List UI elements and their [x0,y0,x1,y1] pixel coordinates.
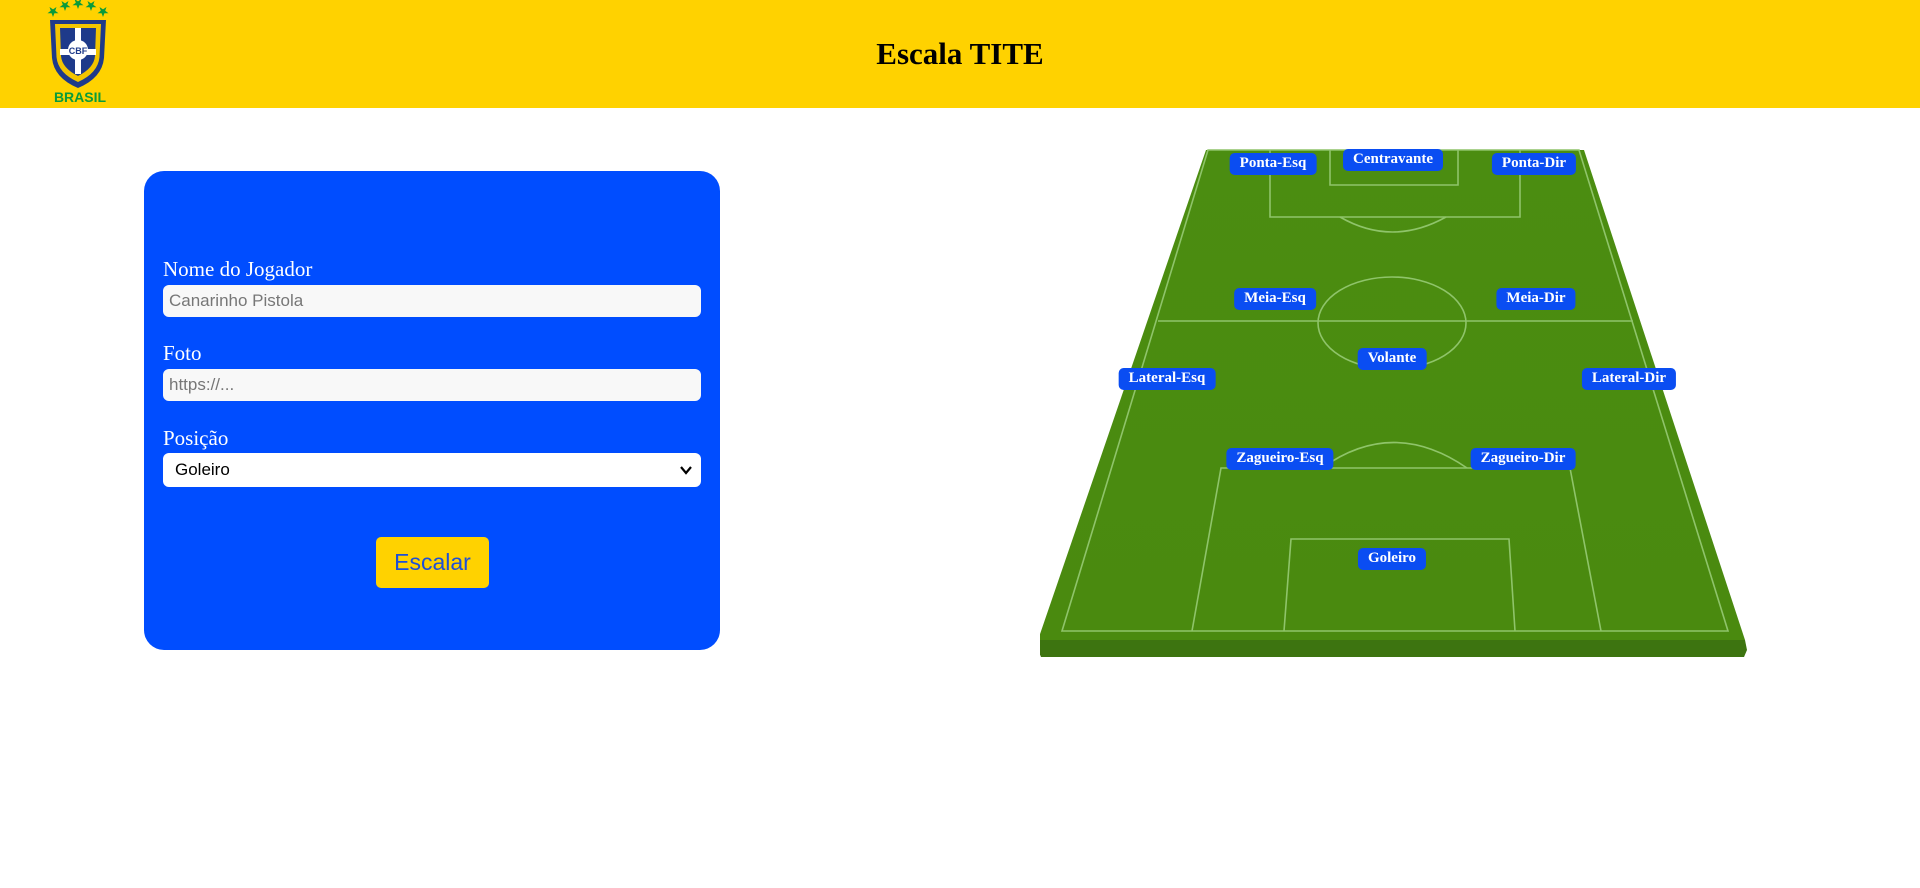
position-meia-esq[interactable]: Meia-Esq [1234,288,1316,310]
soccer-pitch: Ponta-Esq Centravante Ponta-Dir Meia-Esq… [1040,145,1750,665]
position-label: Posição [163,426,229,450]
player-name-input[interactable] [163,285,701,317]
player-name-label: Nome do Jogador [163,257,313,281]
page-title: Escala TITE [876,36,1044,71]
player-form: Nome do Jogador Foto Posição Goleiro Esc… [144,171,720,650]
position-lateral-dir[interactable]: Lateral-Dir [1581,368,1677,390]
position-meia-dir[interactable]: Meia-Dir [1496,288,1576,310]
position-volante[interactable]: Volante [1357,348,1427,370]
position-select-value: Goleiro [175,460,230,479]
top-header: CBF BRASIL Escala TITE [0,0,1920,108]
position-zagueiro-esq[interactable]: Zagueiro-Esq [1226,448,1334,470]
position-centravante[interactable]: Centravante [1343,149,1443,171]
position-ponta-dir[interactable]: Ponta-Dir [1491,153,1577,175]
photo-label: Foto [163,341,202,365]
position-ponta-esq[interactable]: Ponta-Esq [1229,153,1317,175]
escalar-button[interactable]: Escalar [376,537,489,588]
position-goleiro[interactable]: Goleiro [1357,548,1427,570]
pitch-drawing [1040,149,1747,657]
position-lateral-esq[interactable]: Lateral-Esq [1118,368,1216,390]
position-select[interactable]: Goleiro [163,453,701,487]
chevron-down-icon [680,466,692,475]
position-zagueiro-dir[interactable]: Zagueiro-Dir [1470,448,1576,470]
photo-url-input[interactable] [163,369,701,401]
